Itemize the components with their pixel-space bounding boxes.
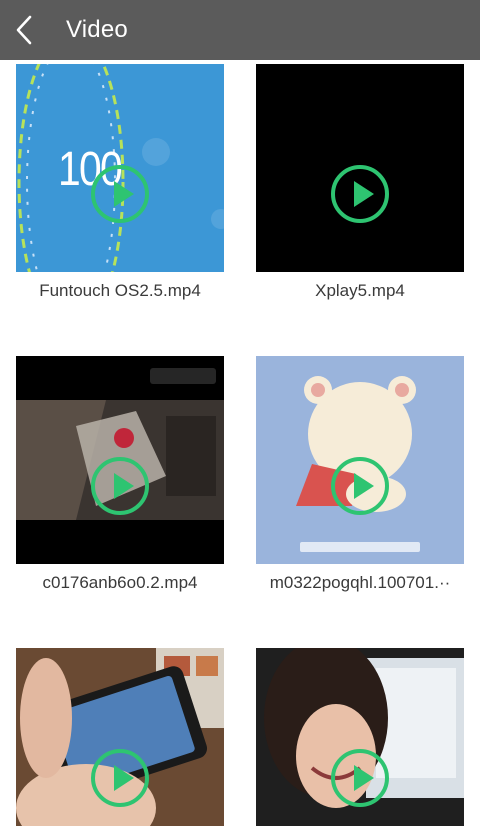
play-icon[interactable] [90,164,150,224]
video-thumbnail[interactable] [256,64,464,272]
video-grid: 100 Funtouch OS2.5.mp4 Xplay5.mp4 c0176a… [0,60,480,826]
video-item[interactable]: m0322pogqhl.100701.·· [256,356,464,593]
video-item[interactable] [256,648,464,826]
video-filename: m0322pogqhl.100701.·· [269,573,451,592]
play-icon[interactable] [90,456,150,516]
video-thumbnail[interactable] [256,648,464,826]
video-filename: Funtouch OS2.5.mp4 [39,281,201,300]
video-item[interactable]: c0176anb6o0.2.mp4 [16,356,224,593]
video-item[interactable]: Xplay5.mp4 [256,64,464,301]
play-icon[interactable] [330,748,390,808]
top-app-bar: Video [0,0,480,60]
video-thumbnail[interactable]: 100 [16,64,224,272]
page-title: Video [66,16,128,43]
video-filename: c0176anb6o0.2.mp4 [42,573,198,592]
video-filename: Xplay5.mp4 [315,281,405,300]
back-button[interactable] [0,0,48,60]
play-icon[interactable] [90,748,150,808]
chevron-left-icon [16,15,32,45]
video-thumbnail[interactable] [256,356,464,564]
video-thumbnail[interactable] [16,356,224,564]
play-icon[interactable] [330,164,390,224]
video-thumbnail[interactable] [16,648,224,826]
play-icon[interactable] [330,456,390,516]
video-item[interactable] [16,648,224,826]
video-item[interactable]: 100 Funtouch OS2.5.mp4 [16,64,224,301]
